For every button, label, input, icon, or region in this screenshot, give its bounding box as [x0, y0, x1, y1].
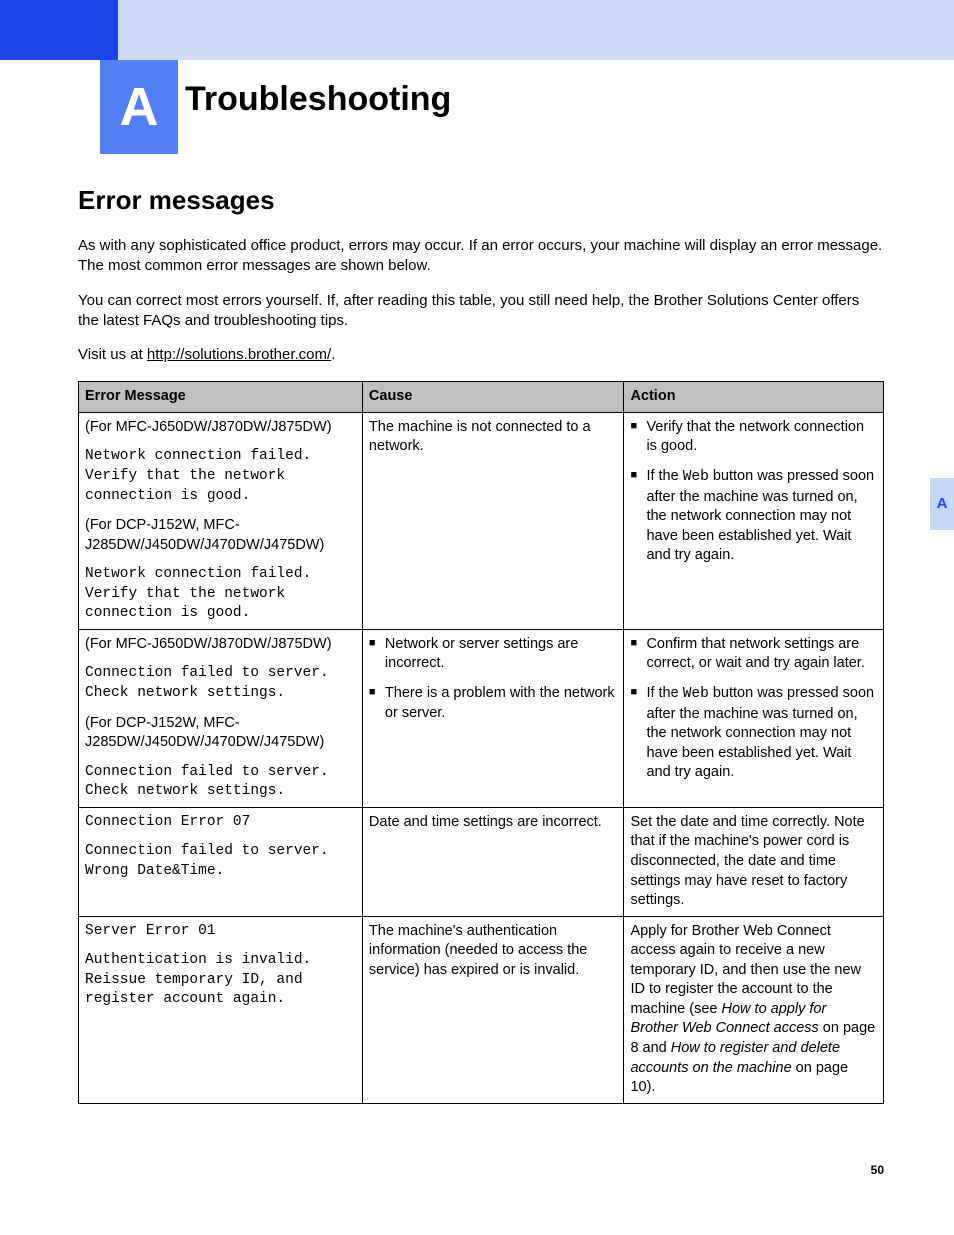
action-bullet: If the Web button was pressed soon after… — [630, 467, 877, 566]
action-bullet: Confirm that network settings are correc… — [630, 635, 877, 674]
cell-action: Confirm that network settings are correc… — [624, 629, 884, 807]
cell-action: Apply for Brother Web Connect access aga… — [624, 916, 884, 1103]
web-button-label: Web — [683, 686, 709, 702]
chapter-title: Troubleshooting — [185, 80, 451, 119]
error-code: Connection Error 07 — [85, 813, 356, 833]
action-text: If the — [646, 685, 682, 701]
cause-text: Date and time settings are incorrect. — [369, 814, 602, 830]
table-row: (For MFC-J650DW/J870DW/J875DW) Connectio… — [79, 629, 884, 807]
error-code: Server Error 01 — [85, 922, 356, 942]
section-heading: Error messages — [78, 185, 884, 216]
appendix-badge: A — [100, 60, 178, 154]
header-band-accent — [0, 0, 118, 60]
cell-cause: The machine's authentication information… — [362, 916, 624, 1103]
header-band — [0, 0, 954, 60]
cell-cause: The machine is not connected to a networ… — [362, 412, 624, 629]
cell-error-message: Connection Error 07 Connection failed to… — [79, 807, 363, 916]
side-tab: A — [930, 478, 954, 530]
model-label: (For MFC-J650DW/J870DW/J875DW) — [85, 635, 356, 655]
table-row: (For MFC-J650DW/J870DW/J875DW) Network c… — [79, 412, 884, 629]
web-button-label: Web — [683, 469, 709, 485]
error-code: Network connection failed. Verify that t… — [85, 565, 356, 624]
action-bullet: If the Web button was pressed soon after… — [630, 684, 877, 783]
model-label: (For DCP-J152W, MFC-J285DW/J450DW/J470DW… — [85, 714, 356, 753]
visit-prefix: Visit us at — [78, 346, 147, 363]
cause-bullet: Network or server settings are incorrect… — [369, 635, 618, 674]
table-row: Server Error 01 Authentication is invali… — [79, 916, 884, 1103]
error-code: Authentication is invalid. Reissue tempo… — [85, 951, 356, 1010]
cause-bullet: There is a problem with the network or s… — [369, 684, 618, 723]
error-code: Connection failed to server. Check netwo… — [85, 763, 356, 802]
page-content: Error messages As with any sophisticated… — [78, 185, 884, 1104]
model-label: (For MFC-J650DW/J870DW/J875DW) — [85, 418, 356, 438]
error-code: Connection failed to server. Check netwo… — [85, 664, 356, 703]
th-error-message: Error Message — [79, 382, 363, 413]
table-header-row: Error Message Cause Action — [79, 382, 884, 413]
cell-cause: Date and time settings are incorrect. — [362, 807, 624, 916]
action-text: Set the date and time correctly. Note th… — [630, 814, 864, 908]
intro-paragraph-1: As with any sophisticated office product… — [78, 236, 884, 277]
action-text: If the — [646, 468, 682, 484]
error-code: Network connection failed. Verify that t… — [85, 447, 356, 506]
th-cause: Cause — [362, 382, 624, 413]
cause-text: The machine is not connected to a networ… — [369, 419, 591, 455]
visit-suffix: . — [331, 346, 335, 363]
cell-error-message: Server Error 01 Authentication is invali… — [79, 916, 363, 1103]
cell-error-message: (For MFC-J650DW/J870DW/J875DW) Connectio… — [79, 629, 363, 807]
th-action: Action — [624, 382, 884, 413]
error-code: Connection failed to server. Wrong Date&… — [85, 842, 356, 881]
model-label: (For DCP-J152W, MFC-J285DW/J450DW/J470DW… — [85, 516, 356, 555]
cell-cause: Network or server settings are incorrect… — [362, 629, 624, 807]
visit-paragraph: Visit us at http://solutions.brother.com… — [78, 345, 884, 365]
error-table: Error Message Cause Action (For MFC-J650… — [78, 381, 884, 1103]
solutions-link[interactable]: http://solutions.brother.com/ — [147, 346, 331, 363]
table-row: Connection Error 07 Connection failed to… — [79, 807, 884, 916]
cell-error-message: (For MFC-J650DW/J870DW/J875DW) Network c… — [79, 412, 363, 629]
action-bullet: Verify that the network connection is go… — [630, 418, 877, 457]
cause-text: The machine's authentication information… — [369, 923, 587, 978]
cell-action: Set the date and time correctly. Note th… — [624, 807, 884, 916]
cell-action: Verify that the network connection is go… — [624, 412, 884, 629]
page-number: 50 — [871, 1163, 884, 1177]
intro-paragraph-2: You can correct most errors yourself. If… — [78, 291, 884, 332]
